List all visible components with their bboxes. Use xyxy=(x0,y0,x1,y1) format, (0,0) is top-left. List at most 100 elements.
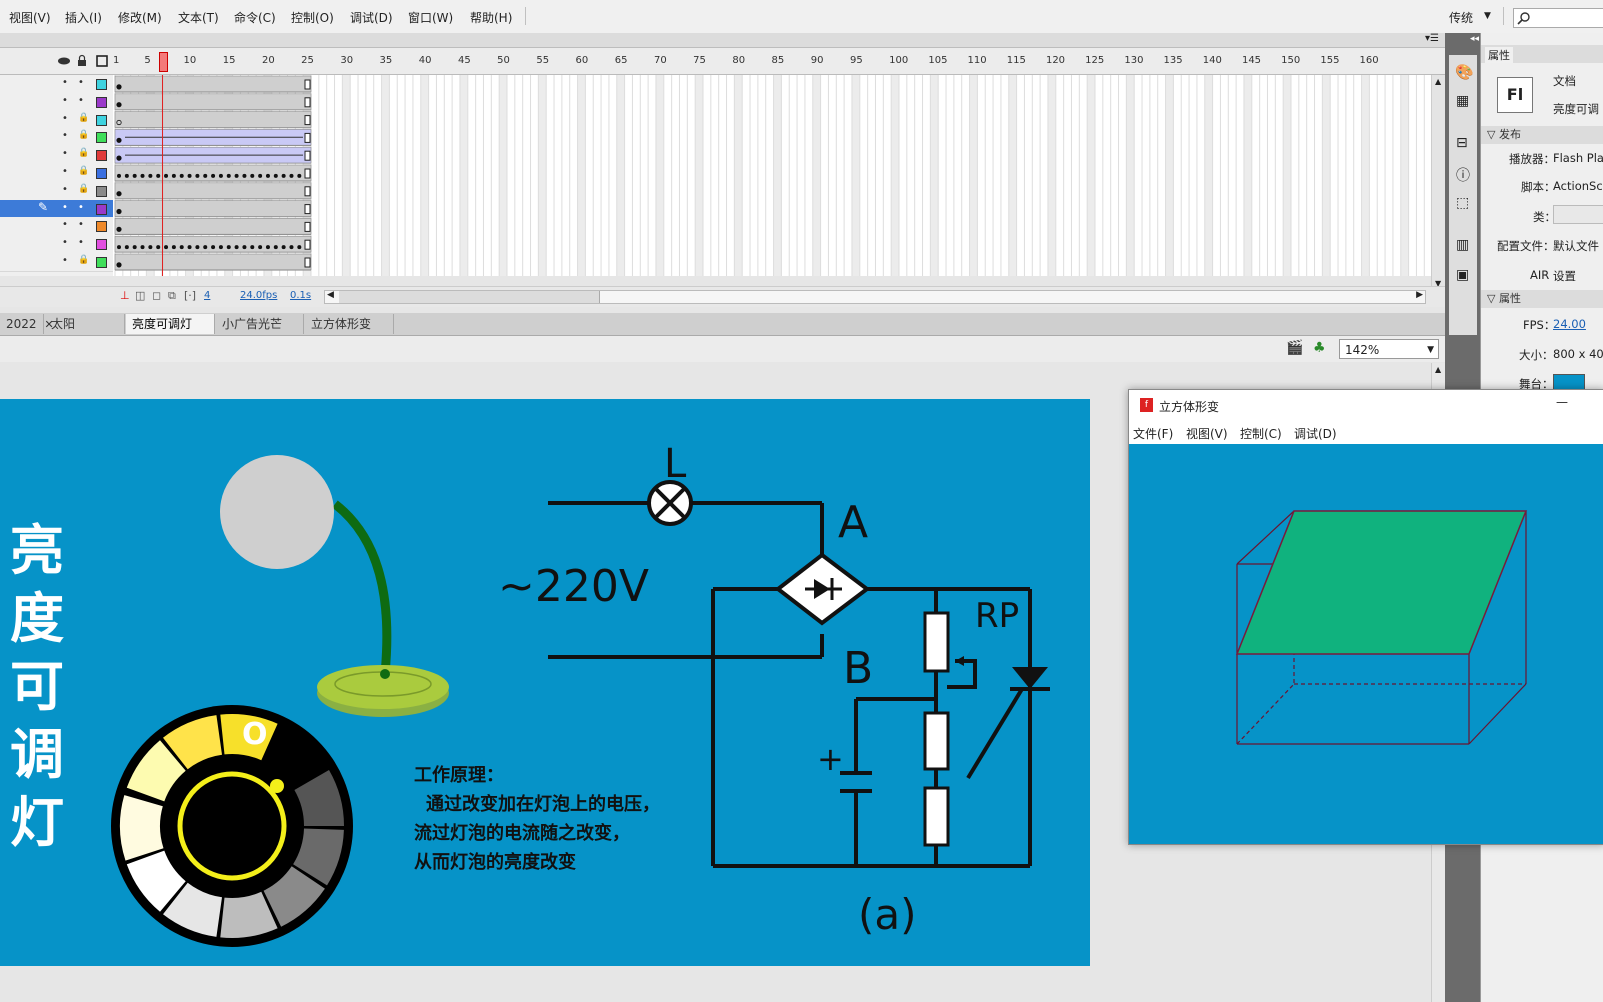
visibility-toggle[interactable]: • xyxy=(62,202,68,213)
doc-tab-ad-glow[interactable]: 小广告光芒✕ xyxy=(216,314,304,351)
menu-window[interactable]: 窗口(W) xyxy=(408,9,453,26)
timeline-horizontal-scrollbar[interactable]: ◀ ▶ xyxy=(324,290,1426,304)
edit-symbol-icon[interactable]: ♣ xyxy=(1313,340,1326,356)
lock-icon[interactable]: 🔒 xyxy=(78,166,89,176)
collapse-icon[interactable]: ◂◂ xyxy=(1470,34,1479,44)
onion-outline-icon[interactable]: ◻ xyxy=(152,289,161,302)
layer-outline-color[interactable] xyxy=(96,114,107,126)
lock-icon[interactable]: 🔒 xyxy=(78,255,89,265)
components-icon[interactable]: ▣ xyxy=(1456,267,1469,283)
lock-toggle[interactable]: • xyxy=(78,219,84,230)
player-menu-debug[interactable]: 调试(D) xyxy=(1294,425,1337,442)
palette-icon[interactable]: 🎨 xyxy=(1455,63,1474,81)
profile-value[interactable]: 默认文件 xyxy=(1553,238,1603,254)
lock-icon[interactable]: 🔒 xyxy=(78,113,89,123)
stage[interactable]: 亮 度 可 调 灯 O L A B RP ~220V + (a) 工作原理： 通… xyxy=(0,399,1090,966)
visibility-toggle[interactable]: • xyxy=(62,219,68,230)
menu-view[interactable]: 视图(V) xyxy=(9,9,51,26)
layer-row[interactable]: • 🔒 xyxy=(0,146,113,165)
layer-row[interactable]: • 🔒 xyxy=(0,253,113,272)
swatches-icon[interactable]: ▦ xyxy=(1456,93,1469,109)
visibility-toggle[interactable]: • xyxy=(62,237,68,248)
library-icon[interactable]: ▥ xyxy=(1456,237,1469,253)
size-value[interactable]: 800 x 400 xyxy=(1553,347,1603,361)
doc-tab-2022[interactable]: 2022 ✕ xyxy=(0,314,54,334)
layer-row[interactable]: • • xyxy=(0,235,113,254)
frame-rate-value[interactable]: 24.0fps xyxy=(240,290,277,301)
scroll-up-icon[interactable]: ▲ xyxy=(1435,77,1441,86)
playhead-marker[interactable] xyxy=(158,52,168,72)
lock-icon[interactable]: 🔒 xyxy=(78,184,89,194)
layer-row[interactable]: • • xyxy=(0,75,113,94)
center-frame-icon[interactable]: ⊥ xyxy=(120,289,130,302)
menu-insert[interactable]: 插入(I) xyxy=(65,9,102,26)
layer-outline-color[interactable] xyxy=(96,185,107,197)
scroll-thumb[interactable] xyxy=(339,291,600,303)
menu-debug[interactable]: 调试(D) xyxy=(350,9,393,26)
layer-outline-color[interactable] xyxy=(96,79,107,90)
lock-toggle[interactable]: • xyxy=(78,237,84,248)
visibility-toggle[interactable]: • xyxy=(62,130,68,141)
player-menu-control[interactable]: 控制(C) xyxy=(1240,425,1282,442)
scroll-left-icon[interactable]: ◀ xyxy=(327,290,334,300)
edit-multiple-icon[interactable]: ⧉ xyxy=(168,289,176,303)
timeline-vertical-scrollbar[interactable]: ▲ ▼ xyxy=(1431,75,1446,295)
menu-text[interactable]: 文本(T) xyxy=(178,9,219,26)
visibility-toggle[interactable]: • xyxy=(62,255,68,266)
scroll-up-icon[interactable]: ▲ xyxy=(1435,365,1441,374)
doc-tab-cube-morph[interactable]: 立方体形变✕ xyxy=(305,314,394,351)
lock-toggle[interactable]: • xyxy=(78,95,84,106)
layer-row[interactable]: • 🔒 xyxy=(0,164,113,183)
visibility-toggle[interactable]: • xyxy=(62,148,68,159)
panel-menu-icon[interactable]: ▾☰ xyxy=(1425,33,1439,44)
air-settings-link[interactable]: 设置 xyxy=(1553,268,1603,284)
menu-modify[interactable]: 修改(M) xyxy=(118,9,162,26)
elapsed-time-value[interactable]: 0.1s xyxy=(290,290,311,301)
player-menu-file[interactable]: 文件(F) xyxy=(1133,425,1173,442)
player-menu-view[interactable]: 视图(V) xyxy=(1186,425,1228,442)
onion-skin-icon[interactable]: ◫ xyxy=(135,289,145,302)
layer-outline-color[interactable] xyxy=(96,168,107,179)
properties-section-header[interactable]: ▽ 属性 xyxy=(1481,290,1603,308)
layer-outline-color[interactable] xyxy=(96,203,107,215)
workspace-switcher[interactable]: 传统 xyxy=(1449,9,1473,26)
layer-row[interactable]: • • ✎ xyxy=(0,199,113,219)
info-icon[interactable]: ⓘ xyxy=(1456,165,1470,185)
layer-row[interactable]: • 🔒 xyxy=(0,110,113,130)
doc-tab-sun2022[interactable]: 太阳2022✕ xyxy=(45,314,125,351)
align-icon[interactable]: ⊟ xyxy=(1456,135,1468,151)
lock-toggle[interactable]: • xyxy=(78,77,84,88)
menu-help[interactable]: 帮助(H) xyxy=(470,9,512,26)
modify-markers-icon[interactable]: [·] xyxy=(184,289,196,302)
minimize-button[interactable]: — xyxy=(1556,395,1568,409)
chevron-down-icon[interactable]: ▼ xyxy=(1484,11,1491,21)
visibility-toggle[interactable]: • xyxy=(62,184,68,195)
layer-outline-color[interactable] xyxy=(96,239,107,251)
fps-value[interactable]: 24.00 xyxy=(1553,317,1603,331)
publish-section-header[interactable]: ▽ 发布 xyxy=(1481,126,1603,144)
layer-row[interactable]: • • xyxy=(0,217,113,237)
visibility-toggle[interactable]: • xyxy=(62,166,68,177)
layer-row[interactable]: • 🔒 xyxy=(0,128,113,148)
layer-outline-color[interactable] xyxy=(96,132,107,144)
player-canvas[interactable] xyxy=(1129,444,1603,844)
menu-commands[interactable]: 命令(C) xyxy=(234,9,276,26)
help-search-input[interactable] xyxy=(1513,8,1603,28)
class-input[interactable] xyxy=(1553,205,1603,224)
zoom-select[interactable]: 142% ▼ xyxy=(1339,339,1439,359)
edit-scene-icon[interactable]: 🎬 xyxy=(1286,340,1303,356)
layer-outline-color[interactable] xyxy=(96,96,107,108)
visibility-toggle[interactable]: • xyxy=(62,77,68,88)
visibility-toggle[interactable]: • xyxy=(62,113,68,124)
layer-row[interactable]: • 🔒 xyxy=(0,181,113,201)
current-frame-value[interactable]: 4 xyxy=(204,290,210,301)
layer-outline-color[interactable] xyxy=(96,221,107,233)
scroll-right-icon[interactable]: ▶ xyxy=(1416,290,1423,300)
visibility-toggle[interactable]: • xyxy=(62,95,68,106)
lock-icon[interactable]: 🔒 xyxy=(78,130,89,140)
menu-control[interactable]: 控制(O) xyxy=(291,9,334,26)
tab-properties[interactable]: 属性 xyxy=(1485,47,1513,63)
frame-ruler[interactable]: 1 5 10 15 20 25 30 35 40 45 50 55 60 65 70 75 80 85 90 95 10… xyxy=(113,48,1431,74)
layer-outline-color[interactable] xyxy=(96,150,107,162)
lock-icon[interactable]: 🔒 xyxy=(78,148,89,158)
